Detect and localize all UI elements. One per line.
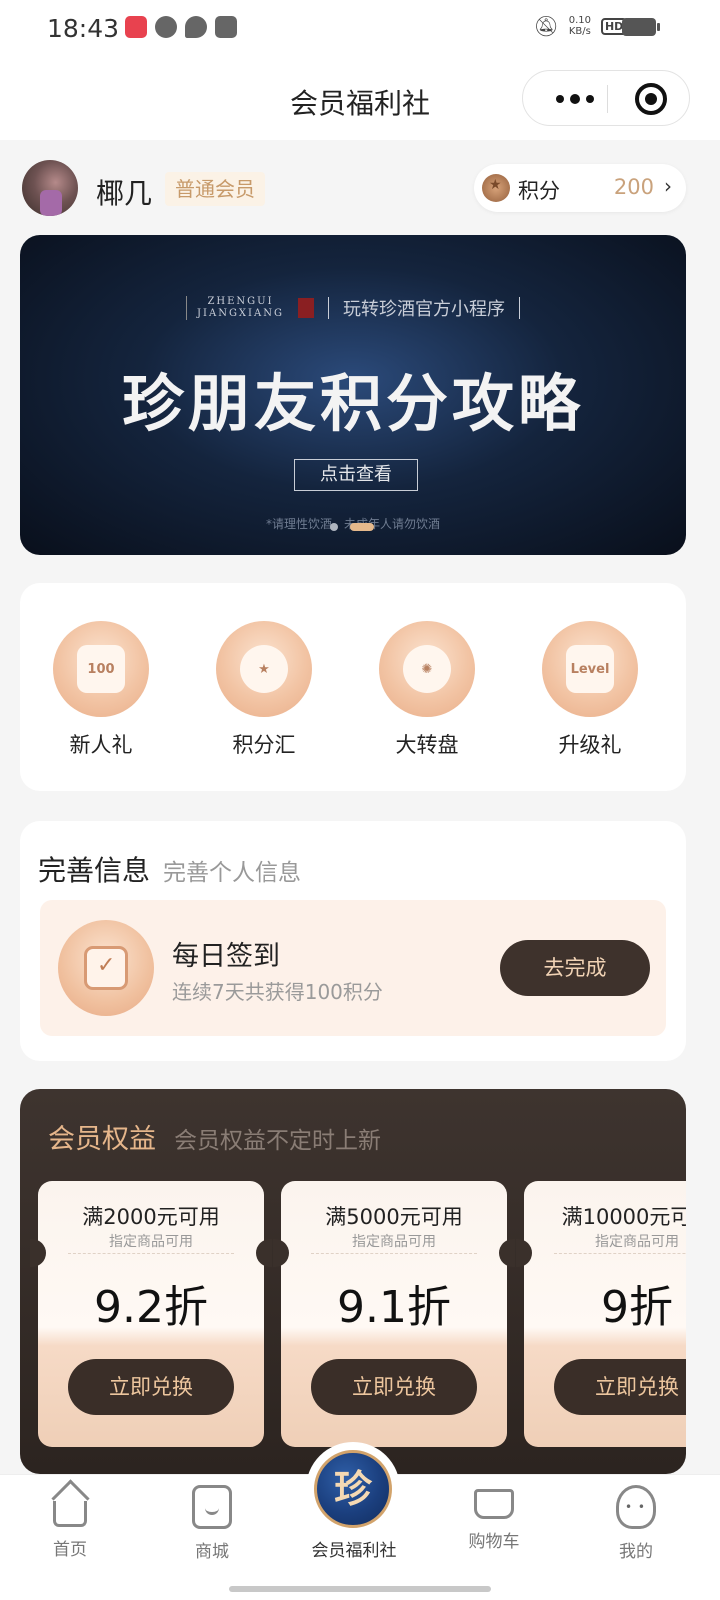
bag-icon bbox=[215, 16, 237, 38]
entry-newcomer-gift[interactable]: 100 新人礼 bbox=[53, 621, 149, 759]
tab-label: 首页 bbox=[53, 1540, 87, 1560]
points-label: 积分 bbox=[518, 179, 560, 203]
status-bar: 18:43 🔕︎ 0.10 KB/s HD 5G bbox=[0, 0, 720, 58]
promo-banner[interactable]: ZHENGUI JIANGXIANG 玩转珍酒官方小程序 珍朋友积分攻略 点击查… bbox=[20, 235, 686, 555]
coupon-discount: 9.2折 bbox=[94, 1282, 208, 1333]
tab-member-welfare[interactable]: 珍 bbox=[306, 1442, 400, 1536]
app-notification-icon bbox=[125, 16, 147, 38]
battery-icon bbox=[622, 18, 660, 36]
capsule-divider bbox=[607, 85, 608, 113]
task-section-subtitle: 完善个人信息 bbox=[163, 860, 301, 886]
speed-unit: KB/s bbox=[568, 26, 591, 37]
notification-icons bbox=[125, 16, 237, 38]
points-value: 200 bbox=[613, 175, 654, 199]
more-dots-icon[interactable] bbox=[545, 82, 605, 116]
entry-label: 大转盘 bbox=[395, 733, 459, 757]
task-card: 完善信息 完善个人信息 每日签到 连续7天共获得100积分 去完成 bbox=[20, 821, 686, 1061]
brand-divider bbox=[518, 297, 520, 319]
status-time: 18:43 bbox=[47, 14, 120, 43]
coupon-100-icon-text: 100 bbox=[77, 645, 125, 693]
banner-headline: 珍朋友积分攻略 bbox=[121, 367, 584, 440]
title-bar: 会员福利社 bbox=[0, 58, 720, 140]
banner-brand: ZHENGUI JIANGXIANG 玩转珍酒官方小程序 bbox=[20, 295, 686, 321]
redeem-button[interactable]: 立即兑换 bbox=[311, 1359, 477, 1415]
coupon-card: 满5000元可用 指定商品可用 9.1折 立即兑换 bbox=[273, 1181, 515, 1447]
coupon-discount: 9.1折 bbox=[337, 1282, 451, 1333]
entry-label: 新人礼 bbox=[69, 733, 133, 757]
task-section-title: 完善信息 bbox=[38, 854, 151, 887]
brand-english: ZHENGUI JIANGXIANG bbox=[186, 296, 284, 320]
level-icon: Level bbox=[542, 621, 638, 717]
store-icon bbox=[192, 1485, 232, 1529]
profile-icon bbox=[616, 1485, 656, 1529]
points-button[interactable]: 积分 200 › bbox=[474, 164, 686, 212]
tab-profile[interactable]: 我的 bbox=[586, 1485, 686, 1562]
user-name: 椰几 bbox=[96, 177, 153, 210]
entry-lucky-wheel[interactable]: ✺ 大转盘 bbox=[379, 621, 475, 759]
quick-entries: 100 新人礼 ★ 积分汇 ✺ 大转盘 Level 升级礼 bbox=[20, 583, 686, 791]
coupon-condition: 满10000元可用 bbox=[561, 1205, 686, 1229]
banner-view-button[interactable]: 点击查看 bbox=[294, 459, 418, 491]
sync-icon bbox=[155, 16, 177, 38]
wheel-icon-text: ✺ bbox=[403, 645, 451, 693]
coupon-scope: 指定商品可用 bbox=[352, 1234, 436, 1250]
network-speed: 0.10 KB/s bbox=[569, 15, 591, 37]
coupon-scope: 指定商品可用 bbox=[595, 1234, 679, 1250]
tab-cart[interactable]: 购物车 bbox=[444, 1485, 544, 1552]
brand-seal-icon bbox=[297, 298, 314, 318]
pagination-dot[interactable] bbox=[330, 523, 338, 531]
brand-divider bbox=[327, 297, 329, 319]
pagination-dot-active[interactable] bbox=[350, 523, 374, 531]
chat-icon bbox=[185, 16, 207, 38]
star-badge-icon: ★ bbox=[216, 621, 312, 717]
banner-pagination bbox=[330, 523, 374, 531]
tab-home[interactable]: 首页 bbox=[20, 1485, 120, 1560]
task-title: 每日签到 bbox=[172, 941, 280, 972]
level-icon-text: Level bbox=[566, 645, 614, 693]
member-benefits: 会员权益 会员权益不定时上新 满2000元可用 指定商品可用 9.2折 立即兑换… bbox=[20, 1089, 686, 1474]
star-badge-icon-text: ★ bbox=[240, 645, 288, 693]
tab-label: 我的 bbox=[619, 1542, 653, 1562]
tab-store[interactable]: 商城 bbox=[162, 1485, 262, 1562]
home-indicator[interactable] bbox=[229, 1586, 491, 1592]
task-complete-button[interactable]: 去完成 bbox=[500, 940, 650, 996]
tab-label: 购物车 bbox=[468, 1532, 520, 1552]
coupon-discount: 9折 bbox=[601, 1282, 673, 1333]
benefits-subtitle: 会员权益不定时上新 bbox=[174, 1128, 381, 1154]
entry-label: 积分汇 bbox=[232, 733, 296, 757]
tab-label-active: 会员福利社 bbox=[311, 1541, 397, 1561]
coupon-card: 满10000元可用 指定商品可用 9折 立即兑换 bbox=[516, 1181, 686, 1447]
home-icon bbox=[53, 1501, 87, 1527]
calendar-check-icon bbox=[58, 920, 154, 1016]
chevron-right-icon: › bbox=[664, 174, 672, 198]
redeem-button[interactable]: 立即兑换 bbox=[554, 1359, 686, 1415]
speed-value: 0.10 bbox=[568, 15, 591, 26]
miniprogram-capsule bbox=[522, 70, 690, 126]
task-description: 连续7天共获得100积分 bbox=[172, 980, 383, 1004]
cart-icon bbox=[474, 1489, 514, 1519]
coupon-card: 满2000元可用 指定商品可用 9.2折 立即兑换 bbox=[30, 1181, 272, 1447]
points-coin-icon bbox=[482, 174, 510, 202]
coupon-condition: 满5000元可用 bbox=[325, 1205, 463, 1229]
entry-upgrade-gift[interactable]: Level 升级礼 bbox=[542, 621, 638, 759]
brand-en-line1: ZHENGUI bbox=[207, 296, 274, 307]
coupon-condition: 满2000元可用 bbox=[82, 1205, 220, 1229]
tab-label: 商城 bbox=[195, 1542, 229, 1562]
brand-chinese: 玩转珍酒官方小程序 bbox=[342, 299, 505, 320]
brand-logo-icon: 珍 bbox=[314, 1450, 392, 1528]
entry-label: 升级礼 bbox=[558, 733, 622, 757]
coupon-100-icon: 100 bbox=[53, 621, 149, 717]
redeem-button[interactable]: 立即兑换 bbox=[68, 1359, 234, 1415]
avatar[interactable] bbox=[22, 160, 78, 216]
mute-icon: 🔕︎ bbox=[533, 14, 559, 38]
entry-points-hub[interactable]: ★ 积分汇 bbox=[216, 621, 312, 759]
daily-checkin-task: 每日签到 连续7天共获得100积分 去完成 bbox=[40, 900, 666, 1036]
benefits-title: 会员权益 bbox=[48, 1124, 156, 1155]
member-level-badge: 普通会员 bbox=[165, 172, 265, 206]
target-circle-icon[interactable] bbox=[635, 83, 667, 115]
brand-en-line2: JIANGXIANG bbox=[197, 308, 284, 319]
coupon-scope: 指定商品可用 bbox=[109, 1234, 193, 1250]
wheel-icon: ✺ bbox=[379, 621, 475, 717]
